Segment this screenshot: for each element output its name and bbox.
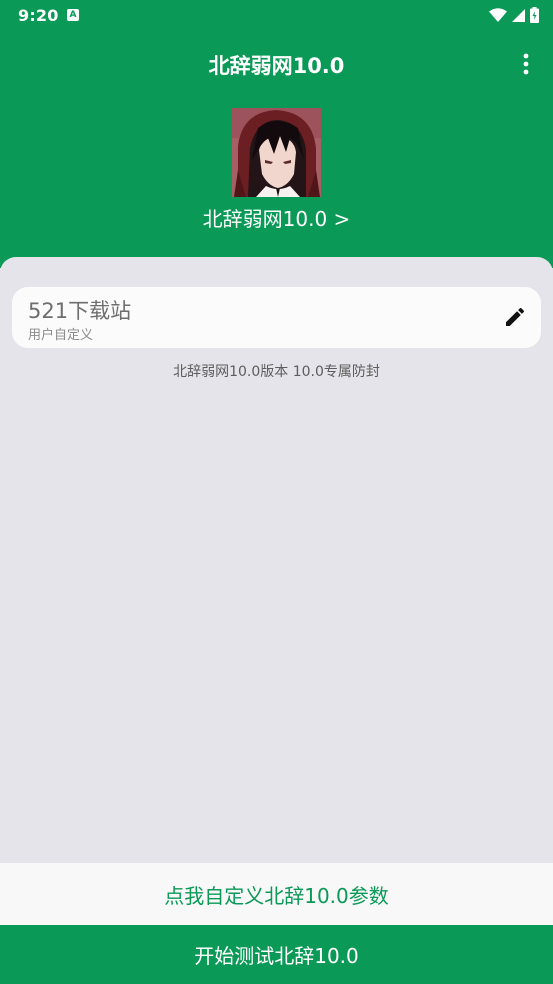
wifi-icon [489, 8, 507, 22]
config-title: 521下载站 [28, 299, 132, 323]
pencil-icon[interactable] [500, 302, 530, 332]
profile-name-link[interactable]: 北辞弱网10.0 > [0, 203, 553, 232]
avatar[interactable] [232, 108, 321, 197]
status-bar: 9:20 A [0, 0, 553, 32]
battery-icon [530, 7, 539, 23]
status-icons [489, 5, 539, 25]
signal-icon [512, 8, 525, 22]
version-info: 北辞弱网10.0版本 10.0专属防封 [173, 364, 380, 380]
notification-app-icon: A [67, 9, 79, 21]
config-subtitle: 用户自定义 [28, 328, 94, 343]
more-vert-icon[interactable] [512, 50, 540, 78]
app-header: 9:20 A 北辞弱网10.0 北辞弱网10.0 > [0, 0, 553, 268]
status-time: 9:20 [18, 6, 59, 25]
config-card[interactable]: 521下载站 用户自定义 [12, 287, 541, 348]
custom-params-button[interactable]: 点我自定义北辞10.0参数 [0, 863, 553, 925]
toolbar-title: 北辞弱网10.0 [208, 54, 345, 78]
start-test-button[interactable]: 开始测试北辞10.0 [0, 925, 553, 984]
